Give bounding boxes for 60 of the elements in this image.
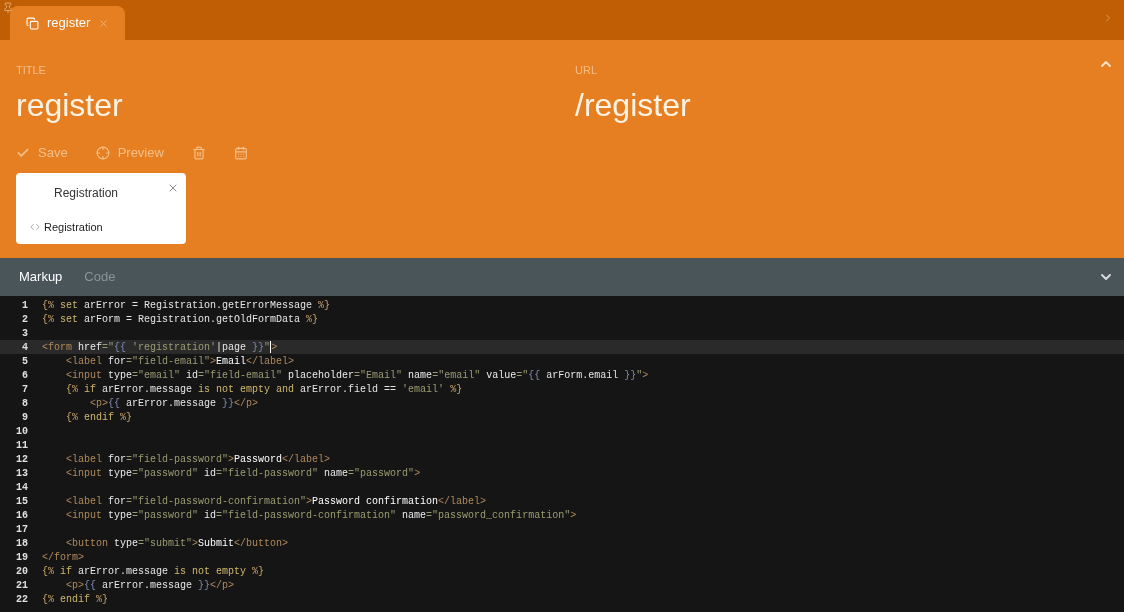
url-field[interactable]: /register bbox=[575, 84, 975, 125]
component-title: Registration bbox=[53, 184, 120, 202]
field-label: URL bbox=[575, 63, 598, 78]
delete-button[interactable] bbox=[191, 145, 206, 160]
line-number: 22 bbox=[15, 592, 28, 607]
title-field[interactable]: register bbox=[16, 84, 416, 125]
code-line: {% if arError.message is not empty %} bbox=[42, 564, 265, 579]
code-line: <input type="password" id="field-password" name="password"> bbox=[65, 466, 421, 481]
code-line: <label for="field-password">Password</label> bbox=[65, 452, 331, 467]
close-icon[interactable] bbox=[98, 17, 110, 29]
line-number: 18 bbox=[15, 536, 28, 551]
line-number: 10 bbox=[15, 424, 28, 439]
line-number: 8 bbox=[21, 396, 28, 411]
line-number: 1 bbox=[21, 298, 28, 313]
line-number: 13 bbox=[15, 466, 28, 481]
editor-tab[interactable]: Code bbox=[84, 267, 116, 287]
editor-tab[interactable]: Markup bbox=[19, 267, 63, 287]
tab-label: register bbox=[47, 14, 91, 33]
save-button[interactable]: Save bbox=[16, 142, 68, 163]
line-number: 15 bbox=[15, 494, 28, 509]
line-number: 4 bbox=[21, 340, 28, 355]
crosshair-icon bbox=[95, 145, 110, 160]
line-number: 2 bbox=[21, 312, 28, 327]
code-line: {% set arForm = Registration.getOldFormData %} bbox=[42, 312, 319, 327]
line-number: 12 bbox=[15, 452, 28, 467]
line-number: 16 bbox=[15, 508, 28, 523]
code-line: {% endif %} bbox=[42, 592, 109, 607]
line-number: 9 bbox=[21, 410, 28, 425]
code-line: {% endif %} bbox=[65, 410, 133, 425]
line-number: 11 bbox=[15, 438, 28, 453]
calendar-button[interactable] bbox=[233, 145, 248, 160]
code-icon bbox=[30, 221, 40, 232]
line-number: 14 bbox=[15, 480, 28, 495]
line-number: 21 bbox=[15, 578, 28, 593]
code-line: <label for="field-email">Email</label> bbox=[65, 354, 295, 369]
code-line: {% if arError.message is not empty and arError.field == 'email' %} bbox=[65, 382, 463, 397]
line-number: 17 bbox=[15, 522, 28, 537]
code-line: <input type="email" id="field-email" placeholder="Email" name="email" value="{{ arForm.email }}"> bbox=[65, 368, 649, 383]
code-line: </form> bbox=[42, 550, 84, 565]
component-alias: Registration bbox=[44, 219, 103, 235]
line-number: 7 bbox=[21, 382, 28, 397]
component-card[interactable]: Registration Registration bbox=[16, 172, 186, 244]
pages-icon bbox=[26, 16, 39, 30]
text-cursor bbox=[270, 340, 272, 353]
line-number: 5 bbox=[21, 354, 28, 369]
code-line: <p>{{ arError.message }}</p> bbox=[65, 578, 235, 593]
code-line: <form href="{{ 'registration'|page }}"> bbox=[42, 339, 278, 355]
preview-button[interactable]: Preview bbox=[95, 142, 164, 163]
field-label: TITLE bbox=[16, 63, 47, 78]
line-number: 3 bbox=[21, 326, 28, 341]
code-line: {% set arError = Registration.getErrorMessage %} bbox=[42, 298, 331, 313]
code-line: <label for="field-password-confirmation">Password confirmation</label> bbox=[65, 494, 487, 509]
code-line: <input type="password" id="field-password-confirmation" name="password_confirmation"> bbox=[65, 508, 577, 523]
code-line: <p>{{ arError.message }}</p> bbox=[89, 396, 259, 411]
line-number: 20 bbox=[15, 564, 28, 579]
line-number: 19 bbox=[15, 550, 28, 565]
pin-icon bbox=[2, 2, 14, 14]
code-line: <button type="submit">Submit</button> bbox=[65, 536, 289, 551]
line-number: 6 bbox=[21, 368, 28, 383]
document-tab[interactable]: register bbox=[10, 6, 126, 40]
